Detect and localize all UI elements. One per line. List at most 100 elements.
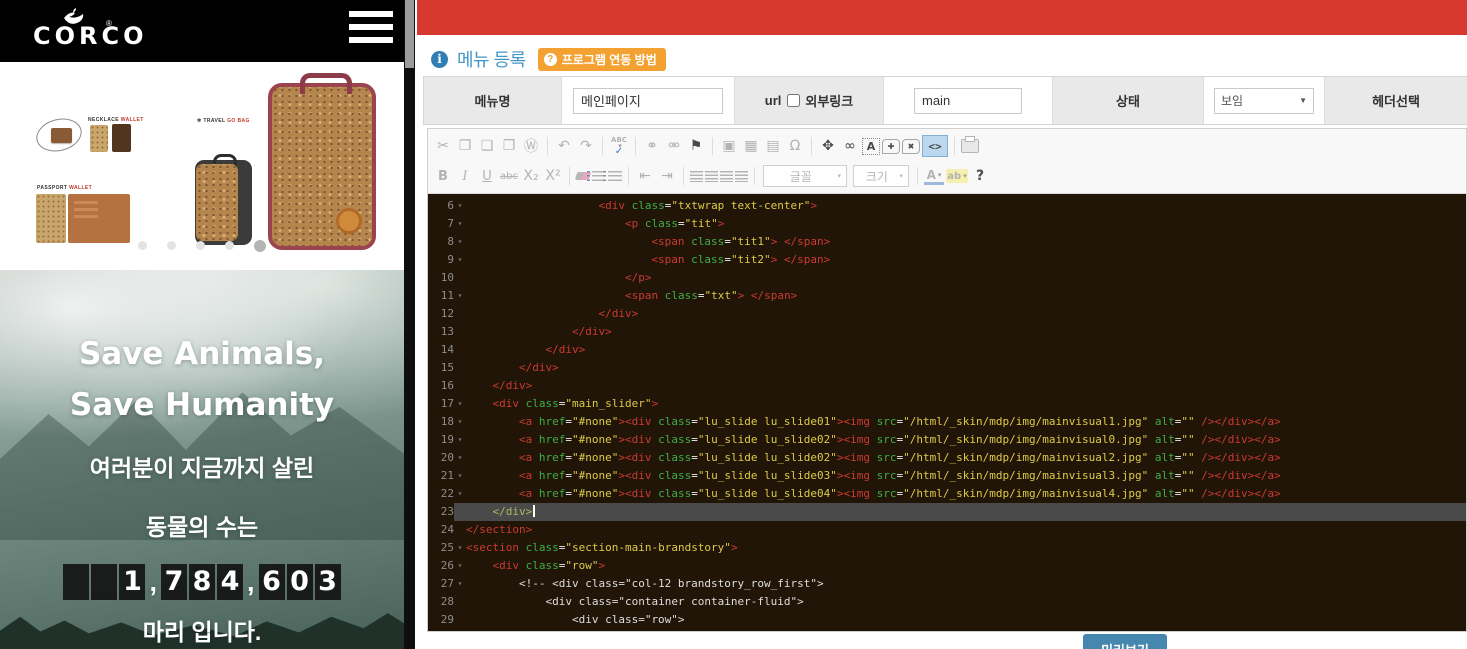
indent-icon[interactable]: ⇥ (657, 166, 677, 186)
hamburger-menu-icon[interactable] (349, 11, 393, 51)
line-number: 8 (428, 233, 454, 251)
fold-toggle-icon[interactable]: ▾ (454, 557, 466, 575)
fold-toggle-icon[interactable]: ▾ (454, 197, 466, 215)
line-number: 12 (428, 305, 454, 323)
code-line: 24</section> (428, 521, 1466, 539)
admin-topbar (417, 0, 1467, 35)
slider-dot[interactable] (254, 240, 266, 252)
subscript-icon[interactable]: X₂ (521, 166, 541, 186)
card-wallet-leather[interactable] (112, 124, 131, 152)
source-button[interactable]: <> (922, 135, 948, 157)
backpack-small[interactable] (195, 160, 252, 245)
fold-toggle-icon[interactable]: ▾ (454, 233, 466, 251)
line-number: 14 (428, 341, 454, 359)
fold-toggle-icon[interactable]: ▾ (454, 539, 466, 557)
strikethrough-icon[interactable]: abc (499, 166, 519, 186)
necklace-wallet[interactable] (51, 128, 72, 143)
table-icon[interactable]: ▦ (741, 136, 761, 156)
counter-comma: , (149, 563, 157, 601)
card-wallet-cork[interactable] (90, 125, 108, 152)
code-line: 22▾ <a href="#none"><div class="lu_slide… (428, 485, 1466, 503)
fold-toggle-icon[interactable]: ▾ (454, 431, 466, 449)
fold-toggle-icon[interactable]: ▾ (454, 395, 466, 413)
url-input[interactable] (914, 88, 1022, 114)
fold-toggle-icon[interactable]: ▾ (454, 251, 466, 269)
passport-wallet-cork[interactable] (36, 194, 66, 243)
slider-dot[interactable] (225, 241, 234, 250)
info-icon: i (431, 51, 448, 68)
fold-spacer (454, 341, 466, 359)
horizontal-line-icon[interactable]: ▤ (763, 136, 783, 156)
font-select[interactable]: 글꼴▾ (763, 165, 847, 187)
bold-icon[interactable]: B (433, 166, 453, 186)
underline-icon[interactable]: U (477, 166, 497, 186)
external-link-checkbox[interactable] (787, 94, 800, 107)
counter-digit-block: 3 (315, 564, 341, 600)
backpack-large[interactable] (268, 83, 376, 250)
preview-scrollbar[interactable] (404, 0, 415, 649)
cut-icon[interactable]: ✂ (433, 136, 453, 156)
fold-toggle-icon[interactable]: ▾ (454, 449, 466, 467)
select-all-icon[interactable]: A (862, 138, 880, 155)
menu-form: 메뉴명 url 외부링크 상태 보임 ▼ 헤더선택 (423, 76, 1467, 125)
align-left-icon[interactable] (690, 171, 703, 182)
code-line: 17▾ <div class="main_slider"> (428, 395, 1466, 413)
about-icon[interactable]: ? (970, 166, 990, 186)
fold-toggle-icon[interactable]: ▾ (454, 413, 466, 431)
align-center-icon[interactable] (705, 171, 718, 182)
counter-comma: , (247, 563, 255, 601)
align-right-icon[interactable] (720, 171, 733, 182)
product-slider[interactable]: NECKLACE WALLET PASSPORT WALLET ✻ TRAVEL… (0, 62, 404, 270)
toolbar-separator (628, 167, 629, 185)
fold-spacer (454, 503, 466, 521)
preview-button[interactable]: 미리보기 (1083, 634, 1167, 649)
spellcheck-icon[interactable]: ABC▾ (609, 136, 629, 156)
scrollbar-thumb[interactable] (405, 0, 414, 68)
unlink-icon[interactable]: ⚮ (664, 136, 684, 156)
slider-dot[interactable] (196, 241, 205, 250)
redo-icon[interactable]: ↷ (576, 136, 596, 156)
code-editor[interactable]: 6▾ <div class="txtwrap text-center">7▾ <… (428, 194, 1466, 631)
special-char-icon[interactable]: Ω (785, 136, 805, 156)
fold-toggle-icon[interactable]: ▾ (454, 215, 466, 233)
italic-icon[interactable]: I (455, 166, 475, 186)
print-icon[interactable] (961, 139, 979, 153)
superscript-icon[interactable]: X² (543, 166, 563, 186)
align-justify-icon[interactable] (735, 171, 748, 182)
editor-toolbar: ✂❐❑❒Ⓦ ↶↷ ABC▾ ⚭⚮⚑ ▣▦▤Ω ✥∞A✚✖<> BIUabcX₂X² ⇤⇥ 글꼴▾… (428, 129, 1466, 194)
slider-dot[interactable] (167, 241, 176, 250)
menu-name-input[interactable] (573, 88, 723, 114)
maximize-icon[interactable]: ✥ (818, 136, 838, 156)
copy-icon[interactable]: ❐ (455, 136, 475, 156)
paste-text-icon[interactable]: ❒ (499, 136, 519, 156)
line-number: 26 (428, 557, 454, 575)
status-select[interactable]: 보임 ▼ (1214, 88, 1314, 114)
fold-toggle-icon[interactable]: ▾ (454, 485, 466, 503)
program-link-help-button[interactable]: ? 프로그램 연동 방법 (538, 48, 666, 71)
bulleted-list-icon[interactable] (608, 171, 622, 182)
anchor-flag-icon[interactable]: ⚑ (686, 136, 706, 156)
line-number: 17 (428, 395, 454, 413)
fold-toggle-icon[interactable]: ▾ (454, 467, 466, 485)
fold-toggle-icon[interactable]: ▾ (454, 575, 466, 593)
fold-toggle-icon[interactable]: ▾ (454, 287, 466, 305)
paste-word-icon[interactable]: Ⓦ (521, 136, 541, 156)
size-select[interactable]: 크기▾ (853, 165, 909, 187)
slider-dot[interactable] (138, 241, 147, 250)
undo-icon[interactable]: ↶ (554, 136, 574, 156)
line-number: 13 (428, 323, 454, 341)
link-icon[interactable]: ⚭ (642, 136, 662, 156)
line-number: 18 (428, 413, 454, 431)
image-icon[interactable]: ▣ (719, 136, 739, 156)
remove-bubble-icon[interactable]: ✖ (902, 139, 920, 154)
text-color-icon[interactable]: A▾ (924, 167, 944, 185)
outdent-icon[interactable]: ⇤ (635, 166, 655, 186)
find-icon[interactable]: ∞ (840, 136, 860, 156)
counter-digit-block: 4 (217, 564, 243, 600)
paste-icon[interactable]: ❑ (477, 136, 497, 156)
url-label: url (765, 93, 782, 108)
bg-color-icon[interactable]: ab▾ (946, 169, 968, 183)
passport-wallet-open[interactable] (68, 194, 130, 243)
line-number: 29 (428, 611, 454, 629)
add-bubble-icon[interactable]: ✚ (882, 139, 900, 154)
